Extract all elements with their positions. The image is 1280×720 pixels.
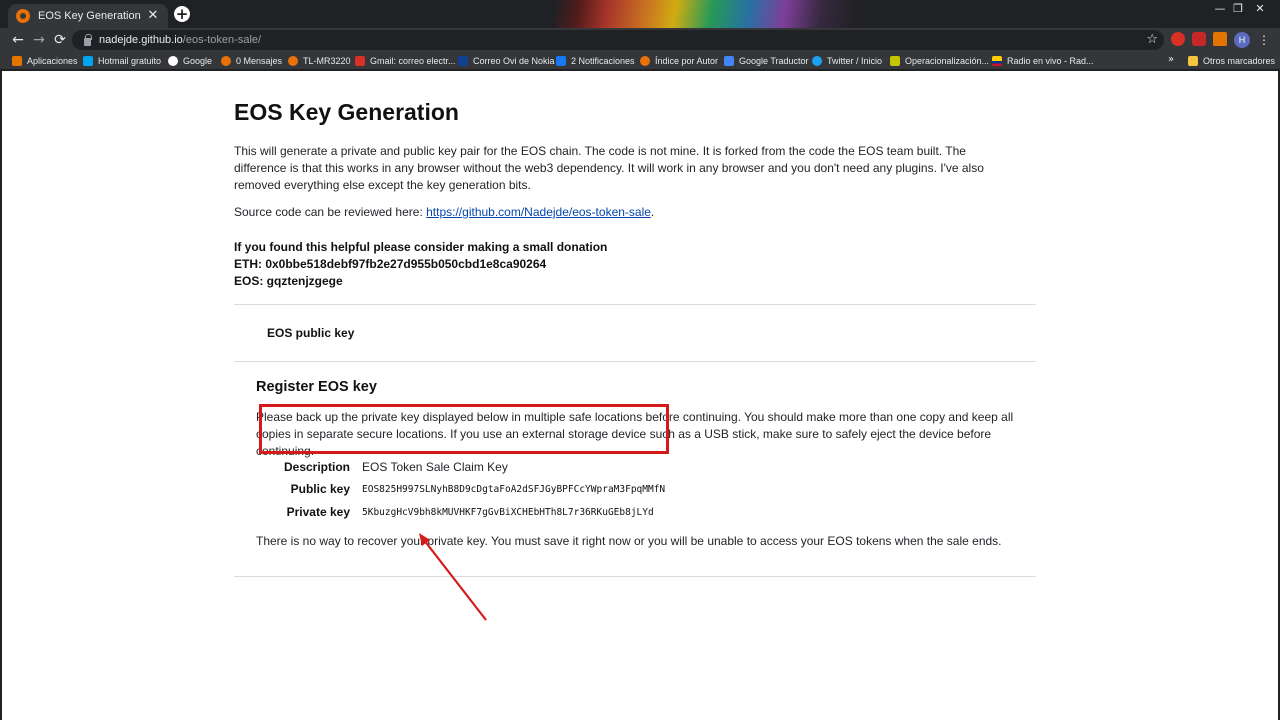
bookmark-label: Hotmail gratuito bbox=[98, 56, 162, 66]
bookmark-aplicaciones[interactable]: Aplicaciones bbox=[12, 54, 78, 68]
bookmark-hotmail[interactable]: Hotmail gratuito bbox=[83, 54, 161, 68]
source-suffix: . bbox=[650, 205, 655, 219]
browser-menu-icon[interactable]: ⋮ bbox=[1258, 32, 1270, 48]
bookmark-indice-autor[interactable]: Índice por Autor bbox=[640, 54, 718, 68]
windows-icon bbox=[83, 56, 93, 66]
window-close-icon[interactable]: ✕ bbox=[1250, 2, 1270, 15]
bookmark-radio[interactable]: Radio en vivo - Rad... bbox=[992, 54, 1094, 68]
bookmark-twitter[interactable]: Twitter / Inicio bbox=[812, 54, 882, 68]
github-repo-link[interactable]: https://github.com/Nadejde/eos-token-sal… bbox=[426, 205, 651, 219]
minimize-icon[interactable]: — bbox=[1210, 2, 1230, 15]
orange-globe-icon bbox=[288, 56, 298, 66]
eos-public-key-heading: EOS public key bbox=[267, 326, 355, 340]
bookmarks-bar: Aplicaciones Hotmail gratuito Google 0 M… bbox=[0, 52, 1280, 70]
bookmark-label: Google bbox=[183, 56, 213, 66]
tab-title: EOS Key Generation bbox=[38, 10, 141, 22]
eth-address: ETH: 0x0bbe518debf97fb2e27d955b050cbd1e8… bbox=[234, 257, 547, 271]
page-viewport[interactable]: EOS Key Generation This will generate a … bbox=[2, 71, 1278, 720]
key-table-row-private: Private key 5KbuzgHcV9bh8kMUVHKF7gGvBiXC… bbox=[256, 501, 716, 523]
bookmark-label: Aplicaciones bbox=[27, 56, 78, 66]
translate-icon bbox=[724, 56, 734, 66]
browser-toolbar: ← → ⟳ nadejde.github.io /eos-token-sale/… bbox=[0, 28, 1280, 52]
orange-globe-icon bbox=[640, 56, 650, 66]
bookmark-gmail[interactable]: Gmail: correo electr... bbox=[355, 54, 456, 68]
lock-icon[interactable] bbox=[84, 33, 92, 46]
bookmark-label: TL-MR3220 bbox=[303, 56, 351, 66]
extension-g-icon[interactable] bbox=[1192, 32, 1206, 46]
apps-grid-icon bbox=[12, 56, 22, 66]
page-title: EOS Key Generation bbox=[234, 99, 459, 125]
bookmarks-overflow-icon[interactable]: » bbox=[1168, 54, 1174, 65]
public-key-label: Public key bbox=[290, 482, 350, 496]
bookmark-label: Operacionalización... bbox=[905, 56, 990, 66]
nokia-icon bbox=[458, 56, 468, 66]
google-icon bbox=[168, 56, 178, 66]
theme-rainbow-decoration bbox=[555, 0, 855, 28]
bookmark-label: Radio en vivo - Rad... bbox=[1007, 56, 1094, 66]
key-table-row-description: Description EOS Token Sale Claim Key bbox=[256, 456, 716, 478]
extension-red-icon[interactable] bbox=[1171, 32, 1185, 46]
bookmark-label: Otros marcadores bbox=[1203, 56, 1276, 66]
extension-puzzle-icon[interactable] bbox=[1213, 32, 1227, 46]
bookmark-label: 0 Mensajes bbox=[236, 56, 283, 66]
key-table-row-public: Public key EOS825H997SLNyhB8D9cDgtaFoA2d… bbox=[256, 478, 716, 500]
donation-heading: If you found this helpful please conside… bbox=[234, 240, 608, 254]
new-tab-button[interactable]: + bbox=[174, 6, 190, 22]
url-path: /eos-token-sale/ bbox=[182, 34, 262, 46]
profile-avatar[interactable]: H bbox=[1234, 32, 1250, 48]
tab-strip: EOS Key Generation ✕ + — ❐ ✕ bbox=[0, 0, 1280, 28]
bookmark-tl-mr3220[interactable]: TL-MR3220 bbox=[288, 54, 351, 68]
eos-account: EOS: gqztenjzgege bbox=[234, 274, 343, 288]
divider bbox=[234, 361, 1036, 362]
chat-icon bbox=[890, 56, 900, 66]
recovery-warning: There is no way to recover your private … bbox=[256, 534, 1002, 548]
bookmark-label: Gmail: correo electr... bbox=[370, 56, 456, 66]
bookmark-nokia[interactable]: Correo Ovi de Nokia bbox=[458, 54, 555, 68]
register-eos-key-heading: Register EOS key bbox=[256, 379, 377, 395]
private-key-label: Private key bbox=[286, 505, 350, 519]
flag-icon bbox=[992, 56, 1002, 66]
bookmark-label: Twitter / Inicio bbox=[827, 56, 883, 66]
tab-eos-key-generation[interactable]: EOS Key Generation ✕ bbox=[8, 4, 168, 28]
site-favicon-icon bbox=[16, 9, 30, 23]
donation-block: If you found this helpful please conside… bbox=[234, 239, 607, 290]
gmail-icon bbox=[355, 56, 365, 66]
address-bar[interactable]: nadejde.github.io /eos-token-sale/ ☆ bbox=[72, 30, 1164, 50]
private-key-value[interactable]: 5KbuzgHcV9bh8kMUVHKF7gGvBiXCHEbHTh8L7r36… bbox=[360, 507, 654, 518]
public-key-value[interactable]: EOS825H997SLNyhB8D9cDgtaFoA2dSFJGyBPFCcY… bbox=[360, 484, 665, 495]
bookmark-operacionalizacion[interactable]: Operacionalización... bbox=[890, 54, 989, 68]
source-code-line: Source code can be reviewed here: https:… bbox=[234, 205, 654, 219]
back-arrow-icon[interactable]: ← bbox=[10, 32, 26, 48]
divider bbox=[234, 576, 1036, 577]
bookmark-label: Índice por Autor bbox=[655, 56, 719, 66]
twitter-icon bbox=[812, 56, 822, 66]
bookmark-otros-marcadores[interactable]: Otros marcadores bbox=[1188, 54, 1275, 68]
description-label: Description bbox=[283, 460, 350, 474]
bookmark-google[interactable]: Google bbox=[168, 54, 212, 68]
bookmark-star-icon[interactable]: ☆ bbox=[1146, 32, 1158, 47]
source-prefix: Source code can be reviewed here: bbox=[234, 205, 427, 219]
tab-close-icon[interactable]: ✕ bbox=[146, 9, 160, 23]
folder-icon bbox=[1188, 56, 1198, 66]
divider bbox=[234, 304, 1036, 305]
url-host: nadejde.github.io bbox=[99, 34, 183, 46]
intro-paragraph: This will generate a private and public … bbox=[234, 144, 984, 192]
bookmark-label: Google Traductor bbox=[739, 56, 809, 66]
facebook-icon bbox=[556, 56, 566, 66]
bookmark-label: Correo Ovi de Nokia bbox=[473, 56, 555, 66]
reload-icon[interactable]: ⟳ bbox=[52, 32, 68, 48]
bookmark-facebook[interactable]: 2 Notificaciones bbox=[556, 54, 635, 68]
forward-arrow-icon[interactable]: → bbox=[31, 32, 47, 48]
description-value: EOS Token Sale Claim Key bbox=[362, 460, 508, 474]
keys-highlight-box bbox=[259, 404, 669, 454]
bookmark-mensajes[interactable]: 0 Mensajes bbox=[221, 54, 282, 68]
bookmark-google-traductor[interactable]: Google Traductor bbox=[724, 54, 809, 68]
orange-globe-icon bbox=[221, 56, 231, 66]
bookmark-label: 2 Notificaciones bbox=[571, 56, 635, 66]
restore-icon[interactable]: ❐ bbox=[1228, 2, 1248, 15]
